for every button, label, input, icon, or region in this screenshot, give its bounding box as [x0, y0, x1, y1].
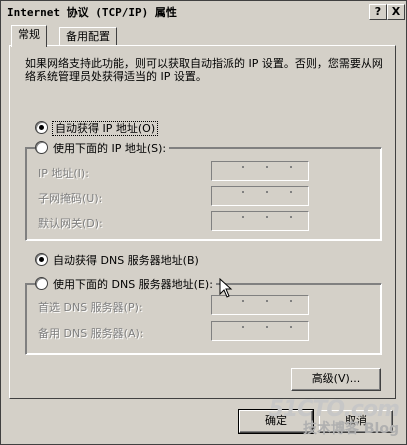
- default-gateway-label: 默认网关(D):: [38, 217, 103, 230]
- auto-dns-label: 自动获得 DNS 服务器地址(B): [53, 254, 199, 267]
- advanced-button[interactable]: 高级(V)...: [291, 368, 381, 391]
- watermark-blog: 技术博客 Blog: [303, 421, 399, 437]
- manual-ip-radio[interactable]: 使用下面的 IP 地址(S):: [35, 140, 170, 156]
- alternate-dns-label: 备用 DNS 服务器(A):: [38, 327, 144, 340]
- mouse-cursor-icon: [219, 278, 233, 298]
- radio-unchecked-icon: [35, 277, 48, 290]
- ip-address-field[interactable]: [211, 161, 309, 181]
- manual-ip-label: 使用下面的 IP 地址(S):: [53, 142, 167, 155]
- default-gateway-field[interactable]: [211, 211, 309, 231]
- description-text: 如果网络支持此功能，则可以获取自动指派的 IP 设置。否则，您需要从网络系统管理…: [25, 57, 383, 83]
- auto-dns-radio[interactable]: 自动获得 DNS 服务器地址(B): [35, 252, 199, 268]
- help-button[interactable]: ?: [369, 4, 387, 20]
- preferred-dns-field[interactable]: [211, 295, 309, 315]
- auto-ip-label: 自动获得 IP 地址(O): [51, 121, 159, 136]
- subnet-mask-field[interactable]: [211, 186, 309, 206]
- dns-groupbox: [25, 283, 382, 355]
- manual-dns-radio[interactable]: 使用下面的 DNS 服务器地址(E):: [35, 276, 216, 292]
- subnet-mask-label: 子网掩码(U):: [38, 192, 103, 205]
- radio-unchecked-icon: [35, 141, 48, 154]
- radio-checked-icon: [35, 121, 48, 134]
- watermark-site: 51CTO.com: [268, 397, 400, 422]
- window-title: Internet 协议 (TCP/IP) 属性: [7, 6, 177, 19]
- tab-general[interactable]: 常规: [11, 25, 47, 47]
- close-button[interactable]: X: [387, 4, 405, 20]
- manual-dns-label: 使用下面的 DNS 服务器地址(E):: [53, 278, 213, 291]
- auto-ip-radio[interactable]: 自动获得 IP 地址(O): [35, 120, 159, 136]
- tab-alternate-configuration[interactable]: 备用配置: [59, 27, 117, 47]
- ip-address-label: IP 地址(I):: [38, 167, 89, 180]
- tcpip-properties-dialog: Internet 协议 (TCP/IP) 属性 ? X 常规 备用配置 如果网络…: [0, 0, 407, 445]
- radio-checked-icon: [35, 253, 48, 266]
- title-bar: Internet 协议 (TCP/IP) 属性 ? X: [3, 3, 405, 22]
- preferred-dns-label: 首选 DNS 服务器(P):: [38, 301, 143, 314]
- alternate-dns-field[interactable]: [211, 321, 309, 341]
- watermark: 51CTO.com 技术博客 Blog: [268, 397, 400, 438]
